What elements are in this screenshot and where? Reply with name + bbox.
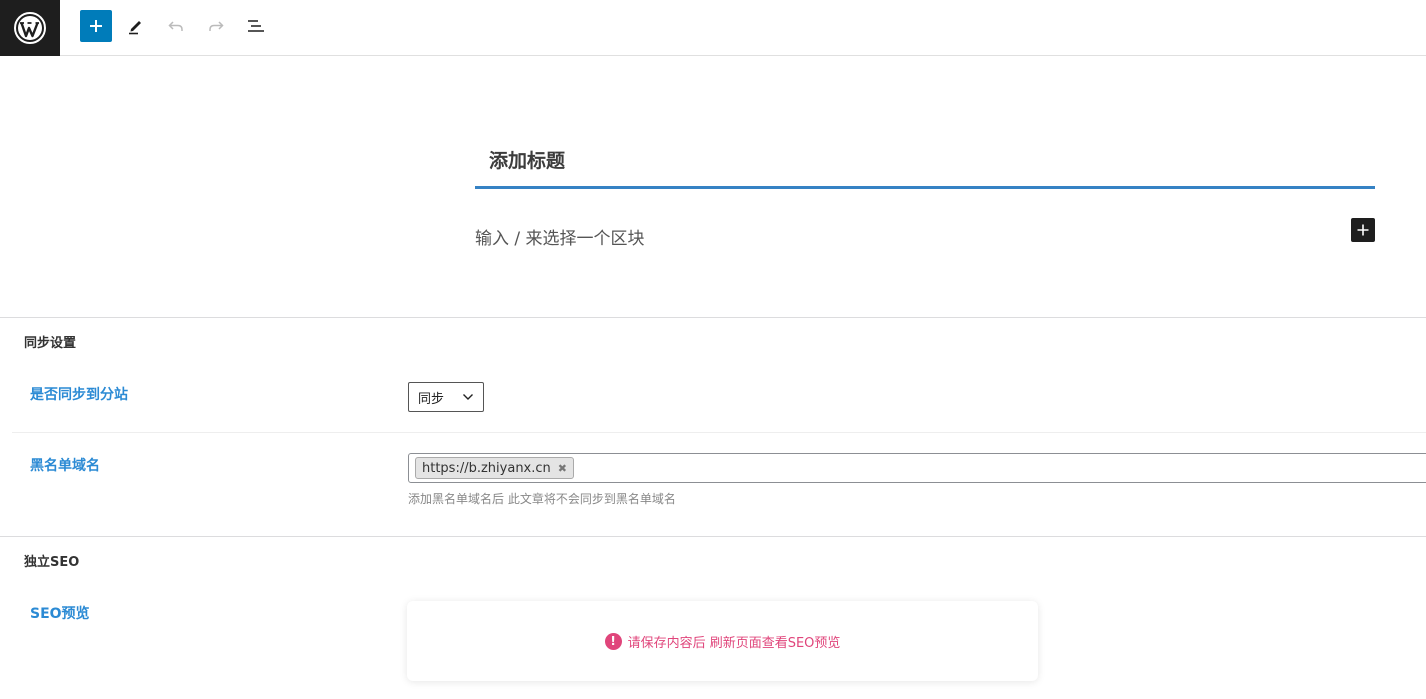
redo-icon [209, 21, 224, 31]
seo-preview-message: ! 请保存内容后 刷新页面查看SEO预览 [604, 632, 841, 651]
sync-select-value: 同步 [418, 391, 445, 407]
tools-button[interactable] [120, 10, 152, 42]
chevron-down-icon [463, 394, 473, 400]
undo-button[interactable] [160, 10, 192, 42]
sync-select[interactable]: 同步 [408, 382, 484, 412]
add-block-button[interactable] [80, 10, 112, 42]
blacklist-domain-input[interactable]: https://b.zhiyanx.cn ✖ [408, 453, 1426, 483]
plus-icon [90, 20, 102, 32]
seo-preview-box: ! 请保存内容后 刷新页面查看SEO预览 [407, 601, 1038, 681]
list-view-button[interactable] [240, 10, 272, 42]
sync-to-subsite-label: 是否同步到分站 [30, 387, 128, 403]
post-title-field[interactable]: 添加标题 [475, 134, 1375, 189]
post-title-placeholder: 添加标题 [489, 150, 566, 172]
wordpress-logo-glyph [14, 12, 46, 44]
undo-icon [168, 21, 183, 31]
blacklist-help-text: 添加黑名单域名后 此文章将不会同步到黑名单域名 [408, 492, 676, 506]
block-appender-placeholder[interactable]: 输入 / 来选择一个区块 [475, 224, 645, 249]
metabox-divider [0, 317, 1426, 318]
list-view-icon [248, 20, 264, 32]
editor-toolbar [0, 0, 1426, 56]
seo-preview-label: SEO预览 [30, 606, 90, 622]
metabox-divider [0, 536, 1426, 537]
domain-tag: https://b.zhiyanx.cn ✖ [415, 457, 574, 479]
domain-tag-text: https://b.zhiyanx.cn [422, 460, 551, 476]
redo-button[interactable] [200, 10, 232, 42]
plus-icon [1357, 224, 1369, 236]
field-divider [12, 432, 1426, 433]
seo-section-title: 独立SEO [24, 555, 80, 570]
sync-settings-title: 同步设置 [24, 336, 77, 351]
seo-preview-message-text: 请保存内容后 刷新页面查看SEO预览 [627, 635, 841, 651]
tag-remove-icon[interactable]: ✖ [558, 462, 567, 475]
inline-add-block-button[interactable] [1351, 218, 1375, 242]
pencil-icon [129, 21, 141, 35]
wordpress-logo-icon[interactable] [0, 0, 60, 56]
alert-icon: ! [604, 632, 622, 650]
blacklist-domain-label: 黑名单域名 [30, 458, 100, 474]
